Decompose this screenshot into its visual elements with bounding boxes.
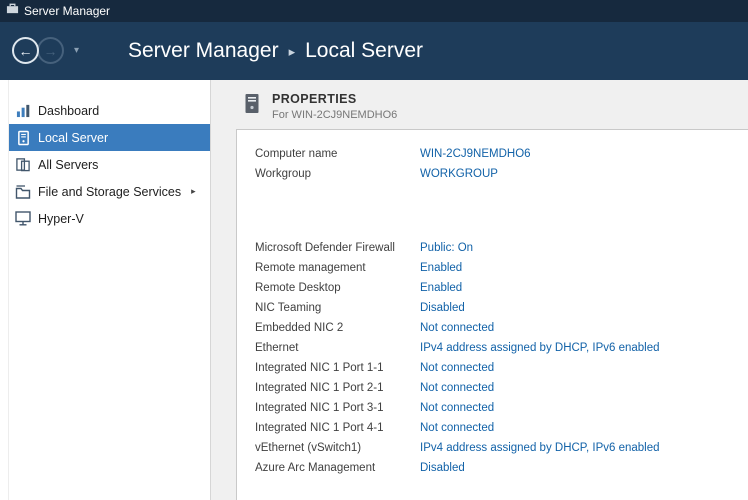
sidebar-item-all-servers[interactable]: All Servers [9,151,210,178]
property-row: vEthernet (vSwitch1)IPv4 address assigne… [255,438,748,458]
breadcrumb: Server Manager ▸ Local Server [128,39,423,63]
file-storage-icon [14,183,32,201]
nav-buttons: ← → ▾ [12,36,122,66]
forward-button[interactable]: → [37,37,64,64]
breadcrumb-root[interactable]: Server Manager [128,39,279,63]
property-value-link[interactable]: Public: On [420,242,473,254]
property-value-link[interactable]: Enabled [420,262,462,274]
titlebar: Server Manager [0,0,748,22]
server-properties-icon [243,93,261,119]
content-pane: PROPERTIES For WIN-2CJ9NEMDHO6 Computer … [211,80,748,500]
sidebar-edge-strip [0,80,9,500]
sidebar-item-label: Hyper-V [38,212,84,226]
dashboard-icon [14,102,32,120]
property-group: Computer nameWIN-2CJ9NEMDHO6WorkgroupWOR… [255,144,748,184]
property-value-link[interactable]: Disabled [420,302,465,314]
property-label: Integrated NIC 1 Port 1-1 [255,362,420,374]
property-value-link[interactable]: Not connected [420,402,494,414]
sidebar-items: Dashboard Local Server All Servers File and… [0,97,210,232]
property-label: Ethernet [255,342,420,354]
properties-subtitle: For WIN-2CJ9NEMDHO6 [272,109,397,121]
sidebar: Dashboard Local Server All Servers File and… [0,80,211,500]
properties-header: PROPERTIES For WIN-2CJ9NEMDHO6 [243,92,748,121]
sidebar-item-label: Dashboard [38,104,99,118]
property-row: Integrated NIC 1 Port 1-1Not connected [255,358,748,378]
property-label: Computer name [255,148,420,160]
properties-title: PROPERTIES [272,92,397,106]
property-value-link[interactable]: Not connected [420,382,494,394]
chevron-down-icon: ▾ [74,45,79,56]
property-label: Embedded NIC 2 [255,322,420,334]
property-row: NIC TeamingDisabled [255,298,748,318]
property-label: Microsoft Defender Firewall [255,242,420,254]
property-value-link[interactable]: Not connected [420,362,494,374]
property-row: Computer nameWIN-2CJ9NEMDHO6 [255,144,748,164]
properties-panel: Computer nameWIN-2CJ9NEMDHO6WorkgroupWOR… [236,129,748,500]
submenu-chevron-icon: ▸ [191,186,196,197]
back-button[interactable]: ← [12,37,39,64]
property-value-link[interactable]: WORKGROUP [420,168,498,180]
property-label: vEthernet (vSwitch1) [255,442,420,454]
property-value-link[interactable]: Not connected [420,422,494,434]
property-value-link[interactable]: Not connected [420,322,494,334]
property-value-link[interactable]: Enabled [420,282,462,294]
sidebar-item-hyper-v[interactable]: Hyper-V [9,205,210,232]
property-label: Azure Arc Management [255,462,420,474]
property-value-link[interactable]: IPv4 address assigned by DHCP, IPv6 enab… [420,442,660,454]
app-icon [6,2,19,20]
sidebar-item-label: File and Storage Services [38,185,181,199]
property-row: EthernetIPv4 address assigned by DHCP, I… [255,338,748,358]
property-label: Remote Desktop [255,282,420,294]
hyperv-icon [14,210,32,228]
property-value-link[interactable]: WIN-2CJ9NEMDHO6 [420,148,531,160]
property-row: Microsoft Defender FirewallPublic: On [255,238,748,258]
sidebar-item-label: Local Server [38,131,108,145]
local-server-icon [14,129,32,147]
sidebar-item-local-server[interactable]: Local Server [9,124,210,151]
sidebar-item-dashboard[interactable]: Dashboard [9,97,210,124]
property-row: Remote managementEnabled [255,258,748,278]
server-manager-window: Server Manager ← → ▾ Server Manager ▸ Lo… [0,0,748,500]
property-row: Integrated NIC 1 Port 4-1Not connected [255,418,748,438]
properties-heading-text: PROPERTIES For WIN-2CJ9NEMDHO6 [272,92,397,121]
forward-arrow-icon: → [44,44,58,58]
property-label: Integrated NIC 1 Port 4-1 [255,422,420,434]
window-title: Server Manager [24,4,110,18]
property-value-link[interactable]: IPv4 address assigned by DHCP, IPv6 enab… [420,342,660,354]
all-servers-icon [14,156,32,174]
property-label: Integrated NIC 1 Port 3-1 [255,402,420,414]
property-row: WorkgroupWORKGROUP [255,164,748,184]
property-row: Embedded NIC 2Not connected [255,318,748,338]
back-arrow-icon: ← [19,44,33,58]
main-area: Dashboard Local Server All Servers File and… [0,80,748,500]
property-row: Remote DesktopEnabled [255,278,748,298]
sidebar-item-file-and-storage-services[interactable]: File and Storage Services ▸ [9,178,210,205]
property-row: Integrated NIC 1 Port 2-1Not connected [255,378,748,398]
property-label: NIC Teaming [255,302,420,314]
property-label: Integrated NIC 1 Port 2-1 [255,382,420,394]
property-group: Microsoft Defender FirewallPublic: OnRem… [255,238,748,478]
breadcrumb-separator-icon: ▸ [289,44,296,60]
header-bar: ← → ▾ Server Manager ▸ Local Server [0,22,748,80]
sidebar-item-label: All Servers [38,158,98,172]
property-row: Integrated NIC 1 Port 3-1Not connected [255,398,748,418]
property-label: Remote management [255,262,420,274]
nav-history-dropdown[interactable]: ▾ [74,45,79,56]
property-value-link[interactable]: Disabled [420,462,465,474]
property-row: Azure Arc ManagementDisabled [255,458,748,478]
breadcrumb-current[interactable]: Local Server [305,39,423,63]
property-label: Workgroup [255,168,420,180]
